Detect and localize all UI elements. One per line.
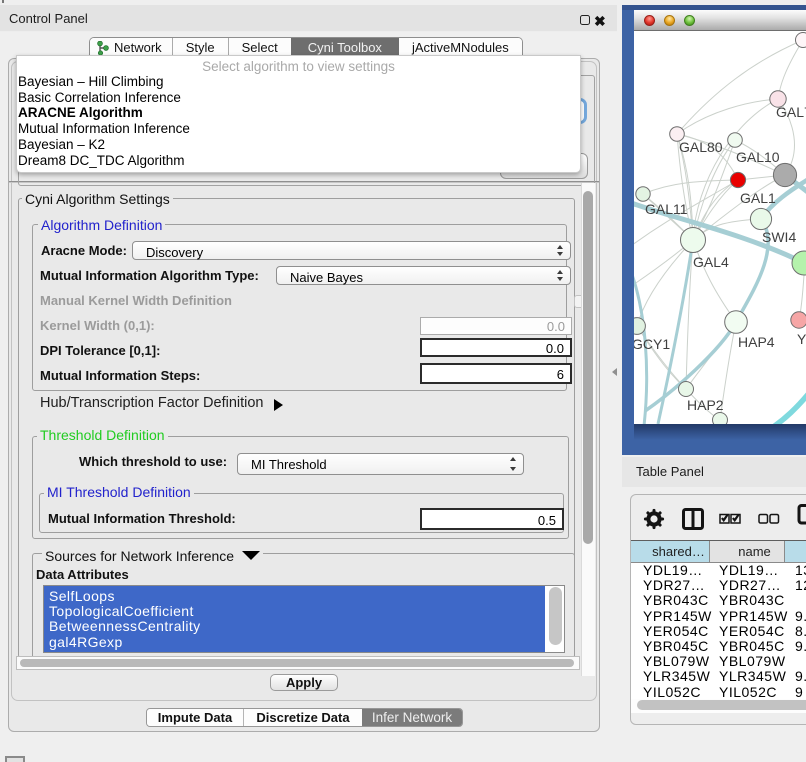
svg-text:GAL11: GAL11	[645, 201, 688, 217]
svg-text:GAL7: GAL7	[776, 104, 806, 120]
svg-text:GAL4: GAL4	[693, 254, 729, 270]
svg-text:HAP4: HAP4	[738, 334, 775, 350]
svg-text:GCY1: GCY1	[634, 336, 670, 352]
svg-text:GAL80: GAL80	[679, 139, 723, 155]
svg-text:GAL1: GAL1	[740, 190, 776, 206]
svg-text:GAL10: GAL10	[736, 149, 780, 165]
svg-text:HAP2: HAP2	[687, 397, 724, 413]
svg-text:Y: Y	[797, 331, 806, 347]
svg-text:SWI4: SWI4	[762, 229, 796, 245]
